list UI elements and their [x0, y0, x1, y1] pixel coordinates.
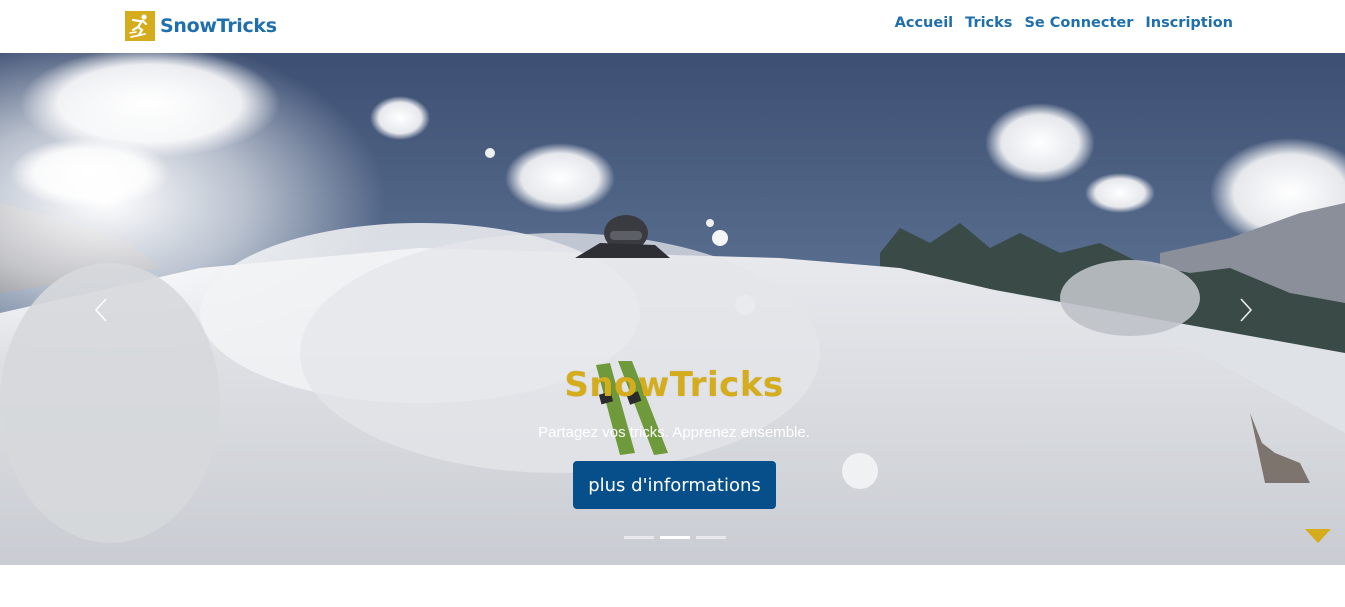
- skier-icon: [125, 10, 155, 41]
- carousel-prev-button[interactable]: [80, 285, 120, 335]
- hero-subtitle: Partagez vos tricks. Apprenez ensemble.: [538, 424, 810, 441]
- hero-title: SnowTricks: [564, 365, 784, 405]
- carousel-indicator-2[interactable]: [660, 536, 690, 539]
- carousel-indicator-3[interactable]: [696, 536, 726, 539]
- carousel-indicator-1[interactable]: [624, 536, 654, 539]
- brand-link[interactable]: SnowTricks: [125, 10, 277, 41]
- nav-links: Accueil Tricks Se Connecter Inscription: [883, 15, 1233, 31]
- nav-link-se-connecter[interactable]: Se Connecter: [1024, 15, 1133, 31]
- chevron-left-icon: [94, 298, 107, 322]
- hero-carousel: SnowTricks Partagez vos tricks. Apprenez…: [0, 53, 1345, 565]
- carousel-indicators: [624, 536, 726, 539]
- nav-link-accueil[interactable]: Accueil: [895, 15, 954, 31]
- navbar: SnowTricks Accueil Tricks Se Connecter I…: [0, 0, 1345, 53]
- carousel-next-button[interactable]: [1227, 285, 1267, 335]
- caret-down-icon: [1305, 529, 1331, 543]
- scroll-down-button[interactable]: [1303, 527, 1333, 545]
- nav-link-tricks[interactable]: Tricks: [965, 15, 1012, 31]
- nav-link-inscription[interactable]: Inscription: [1145, 15, 1233, 31]
- more-info-button[interactable]: plus d'informations: [573, 461, 776, 509]
- chevron-right-icon: [1240, 298, 1253, 322]
- brand-name: SnowTricks: [160, 14, 277, 37]
